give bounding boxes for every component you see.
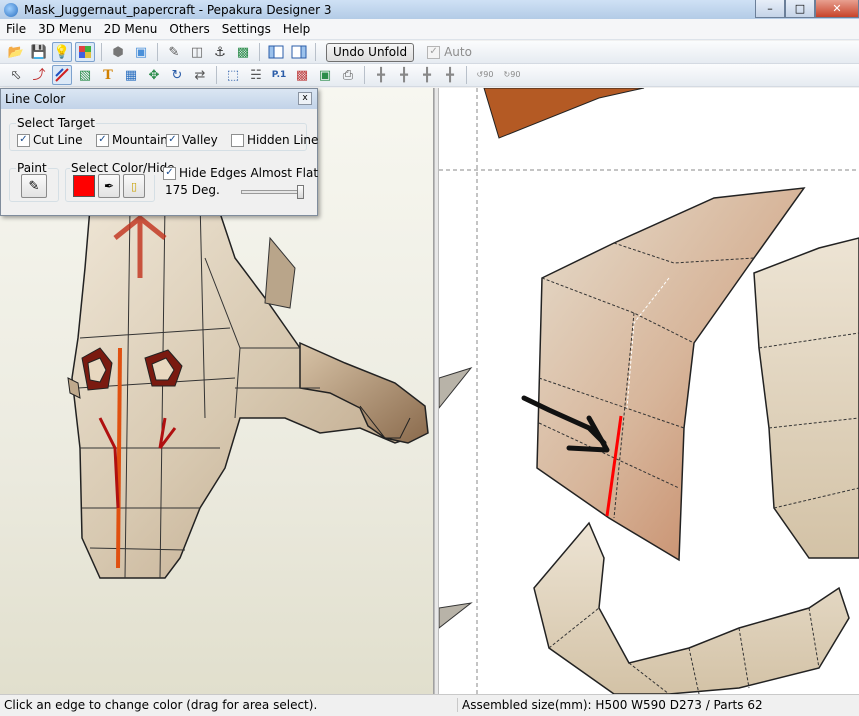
edge-color-icon[interactable] bbox=[52, 65, 72, 85]
valley-label: Valley bbox=[182, 133, 218, 147]
menu-bar: File 3D Menu 2D Menu Others Settings Hel… bbox=[0, 19, 859, 40]
hidden-line-label: Hidden Line bbox=[247, 133, 319, 147]
rotate-ccw-label: 90 bbox=[483, 70, 494, 79]
eraser-icon: ▯ bbox=[130, 179, 138, 193]
cut-line-checkbox[interactable]: ✓ Cut Line bbox=[17, 133, 83, 147]
select-target-label: Select Target bbox=[16, 116, 96, 130]
piece-icon[interactable]: ▩ bbox=[233, 42, 253, 62]
check-icon: ✓ bbox=[163, 166, 176, 180]
menu-2d[interactable]: 2D Menu bbox=[98, 19, 164, 40]
align-icon[interactable]: ☵ bbox=[246, 65, 266, 85]
status-hint: Click an edge to change color (drag for … bbox=[4, 698, 318, 712]
status-bar: Click an edge to change color (drag for … bbox=[0, 694, 859, 716]
texture-icon[interactable] bbox=[75, 42, 95, 62]
pencil-icon[interactable]: ✎ bbox=[164, 42, 184, 62]
eyedropper-button[interactable]: ✒ bbox=[98, 174, 120, 198]
toolbar-separator bbox=[157, 43, 158, 61]
maximize-button[interactable]: □ bbox=[785, 0, 815, 18]
hide-edges-label: Hide Edges Almost Flat bbox=[179, 166, 319, 180]
page-icon[interactable]: P.1 bbox=[269, 65, 289, 85]
align-center-icon[interactable]: ╋ bbox=[417, 65, 437, 85]
hide-edges-checkbox[interactable]: ✓ Hide Edges Almost Flat bbox=[163, 166, 318, 180]
paint-label: Paint bbox=[16, 161, 48, 175]
rotate-cw-label: 90 bbox=[510, 70, 521, 79]
auto-label: Auto bbox=[444, 45, 472, 59]
window-title: Mask_Juggernaut_papercraft - Pepakura De… bbox=[24, 2, 332, 17]
toolbar-separator bbox=[466, 66, 467, 84]
text-icon[interactable]: T bbox=[98, 65, 118, 85]
window-controls: – □ ✕ bbox=[755, 0, 859, 18]
minimize-button[interactable]: – bbox=[755, 0, 785, 18]
hidden-line-checkbox[interactable]: Hidden Line bbox=[231, 133, 318, 147]
2d-layout-view[interactable] bbox=[439, 88, 859, 694]
color-swatch[interactable] bbox=[73, 175, 95, 197]
menu-file[interactable]: File bbox=[0, 19, 32, 40]
status-assembled-size: Assembled size(mm): H500 W590 D273 / Par… bbox=[457, 698, 763, 712]
rotate-90-ccw-icon[interactable]: ↺ 90 bbox=[473, 65, 497, 85]
select-color-label: Select Color/Hide bbox=[70, 161, 176, 175]
toolbar-separator bbox=[259, 43, 260, 61]
check-icon: ✓ bbox=[96, 133, 109, 147]
cut-line-label: Cut Line bbox=[33, 133, 83, 147]
select-icon[interactable]: ⬁ bbox=[6, 65, 26, 85]
cylinder-icon[interactable]: ◫ bbox=[187, 42, 207, 62]
eraser-button[interactable]: ▯ bbox=[123, 174, 145, 198]
mountain-checkbox[interactable]: ✓ Mountain bbox=[96, 133, 168, 147]
print-icon[interactable]: ⎙ bbox=[338, 65, 358, 85]
toolbar-separator bbox=[216, 66, 217, 84]
valley-checkbox[interactable]: ✓ Valley bbox=[166, 133, 218, 147]
rotate-90-cw-icon[interactable]: ↻ 90 bbox=[500, 65, 524, 85]
chart-icon[interactable]: ▩ bbox=[292, 65, 312, 85]
panel-title: Line Color bbox=[5, 92, 66, 106]
panel-title-bar[interactable]: Line Color x bbox=[1, 89, 317, 109]
title-bar: Mask_Juggernaut_papercraft - Pepakura De… bbox=[0, 0, 859, 19]
view-left-icon[interactable] bbox=[266, 42, 286, 62]
auto-checkbox[interactable]: ✓ Auto bbox=[427, 45, 472, 59]
menu-settings[interactable]: Settings bbox=[216, 19, 277, 40]
paint-brush-icon: ✎ bbox=[28, 178, 40, 194]
angle-slider-thumb[interactable] bbox=[297, 185, 304, 199]
2d-unfolded-parts[interactable] bbox=[439, 88, 859, 694]
menu-help[interactable]: Help bbox=[277, 19, 316, 40]
menu-3d[interactable]: 3D Menu bbox=[32, 19, 98, 40]
toolbar-separator bbox=[101, 43, 102, 61]
glue-icon[interactable]: ▧ bbox=[75, 65, 95, 85]
view-right-icon[interactable] bbox=[289, 42, 309, 62]
check-icon: ✓ bbox=[166, 133, 179, 147]
main-toolbar: 📂 💾 💡 ⬢ ▣ ✎ ◫ ⚓ ▩ Undo Unfold ✓ Auto bbox=[0, 41, 859, 64]
join-icon[interactable]: ⤴ bbox=[29, 65, 49, 85]
arrange-icon[interactable]: ⬚ bbox=[223, 65, 243, 85]
flip-icon[interactable]: ⇄ bbox=[190, 65, 210, 85]
edit-toolbar: ⬁ ⤴ ▧ T ▦ ✥ ↻ ⇄ ⬚ ☵ P.1 ▩ ▣ ⎙ ╋ ╋ ╋ ╋ ↺ 9… bbox=[0, 64, 859, 87]
image-icon[interactable]: ▦ bbox=[121, 65, 141, 85]
close-window-button[interactable]: ✕ bbox=[815, 0, 859, 18]
toolbar-separator bbox=[315, 43, 316, 61]
cube-icon[interactable]: ⬢ bbox=[108, 42, 128, 62]
move-icon[interactable]: ✥ bbox=[144, 65, 164, 85]
eyedropper-icon: ✒ bbox=[103, 179, 115, 193]
check-icon: ✓ bbox=[17, 133, 30, 147]
panel-close-button[interactable]: x bbox=[298, 92, 312, 105]
unchecked-box bbox=[231, 133, 244, 147]
center-v-icon[interactable]: ╋ bbox=[394, 65, 414, 85]
light-icon[interactable]: 💡 bbox=[52, 42, 72, 62]
line-color-panel: Line Color x Select Target ✓ Cut Line ✓ … bbox=[0, 88, 318, 216]
paint-brush-button[interactable]: ✎ bbox=[21, 174, 47, 198]
menu-others[interactable]: Others bbox=[163, 19, 215, 40]
box-icon[interactable]: ▣ bbox=[131, 42, 151, 62]
check-icon: ✓ bbox=[427, 45, 441, 59]
mountain-label: Mountain bbox=[112, 133, 168, 147]
save-icon[interactable]: 💾 bbox=[29, 42, 49, 62]
angle-value: 175 Deg. bbox=[165, 183, 220, 197]
open-icon[interactable]: 📂 bbox=[6, 42, 26, 62]
pepakura-app-icon[interactable] bbox=[4, 2, 18, 17]
rotate-icon[interactable]: ↻ bbox=[167, 65, 187, 85]
print-preview-icon[interactable]: ▣ bbox=[315, 65, 335, 85]
distribute-icon[interactable]: ╋ bbox=[440, 65, 460, 85]
angle-slider[interactable] bbox=[241, 190, 303, 194]
center-h-icon[interactable]: ╋ bbox=[371, 65, 391, 85]
toolbar-separator bbox=[364, 66, 365, 84]
anchor-icon[interactable]: ⚓ bbox=[210, 42, 230, 62]
undo-unfold-button[interactable]: Undo Unfold bbox=[326, 42, 415, 62]
